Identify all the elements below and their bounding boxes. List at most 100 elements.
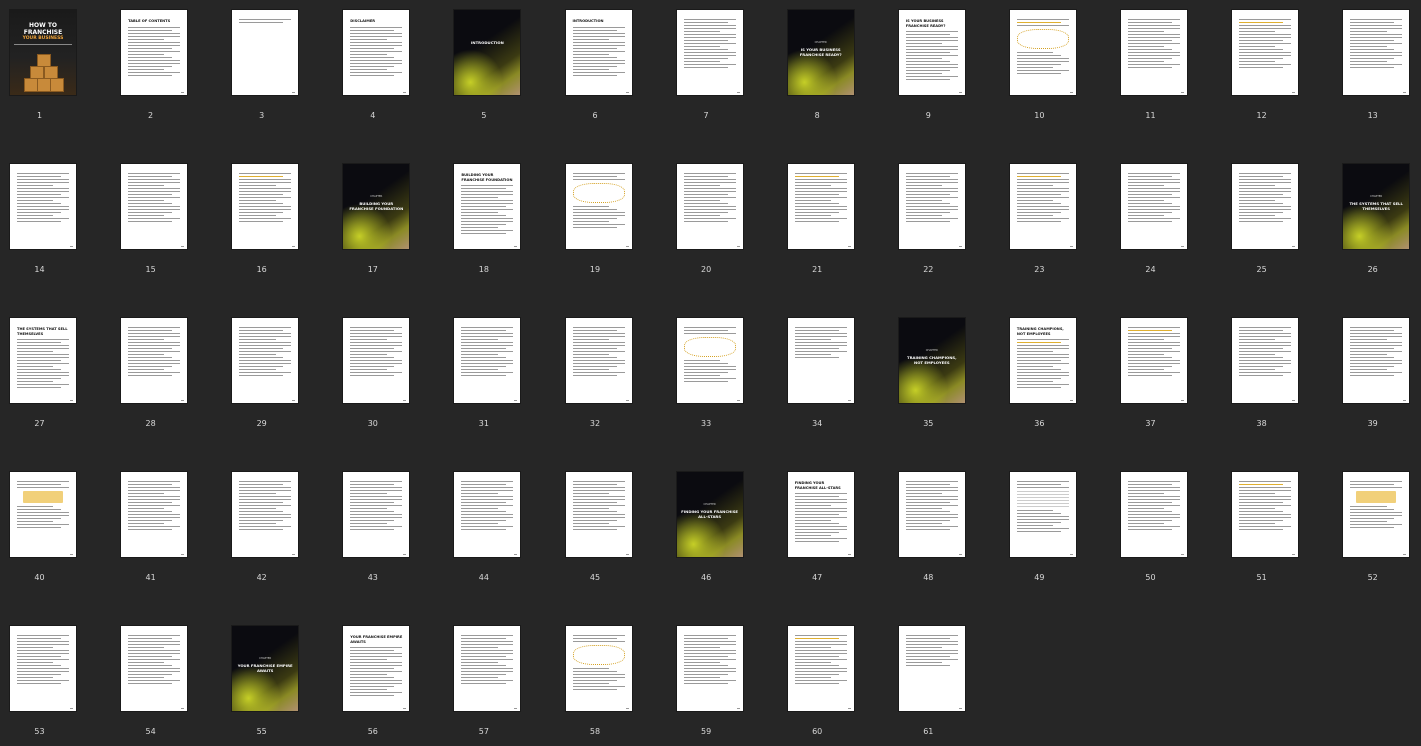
page-preview[interactable] [10,472,76,557]
page-preview[interactable] [343,472,410,557]
page-preview[interactable] [787,626,854,711]
page-preview[interactable] [121,626,188,711]
page-preview[interactable] [676,626,743,711]
page-preview[interactable] [1009,10,1076,95]
page-preview[interactable]: INTRODUCTION [565,10,632,95]
page-preview[interactable] [898,472,965,557]
page-preview[interactable]: HOW TO FRANCHISE YOUR BUSINESS [10,10,76,95]
text-line [905,653,958,654]
page-preview[interactable]: TRAINING CHAMPIONS, NOT EMPLOYEES [1009,318,1076,403]
page-preview[interactable] [343,318,410,403]
page-preview[interactable] [1343,472,1410,557]
page-preview[interactable] [121,318,188,403]
page-preview[interactable] [1232,10,1299,95]
page-preview[interactable] [898,626,965,711]
page-preview[interactable] [565,626,632,711]
page-preview[interactable] [787,318,854,403]
page-preview[interactable] [1009,472,1076,557]
page-number-label: 23 [1034,265,1045,274]
page-preview[interactable] [232,472,299,557]
page-preview[interactable] [1343,318,1410,403]
page-preview[interactable] [898,164,965,249]
page-preview[interactable]: IS YOUR BUSINESS FRANCHISE READY? [898,10,965,95]
text-line [128,650,181,651]
page-preview[interactable]: TABLE OF CONTENTS [121,10,188,95]
page-preview[interactable] [1121,318,1187,403]
text-line [794,203,839,204]
page-preview[interactable] [10,164,76,249]
page-number-label: 15 [145,265,156,274]
page-preview[interactable] [1232,318,1299,403]
page-footer-number [847,708,851,709]
page-preview[interactable]: THE SYSTEMS THAT SELL THEMSELVES [10,318,76,403]
text-line [1239,351,1292,352]
text-line [794,176,839,177]
text-line [1128,372,1180,373]
text-line [572,499,625,500]
text-line [905,523,943,524]
page-preview[interactable]: BUILDING YOUR FRANCHISE FOUNDATION [454,164,521,249]
page-preview[interactable] [454,318,521,403]
page-preview[interactable] [787,164,854,249]
page-preview[interactable]: CHAPTER FINDING YOUR FRANCHISE ALL-STARS [676,472,743,557]
page-preview[interactable] [565,164,632,249]
page-preview[interactable] [10,626,76,711]
page-preview[interactable] [676,318,743,403]
page-preview[interactable] [1232,164,1299,249]
text-line [1239,366,1284,367]
page-preview[interactable] [676,10,743,95]
page-preview[interactable] [454,472,521,557]
text-line [128,490,181,491]
page-preview[interactable]: FINDING YOUR FRANCHISE ALL-STARS [787,472,854,557]
text-line [461,351,514,352]
text-line [1350,484,1395,485]
page-preview[interactable] [232,164,299,249]
page-preview[interactable] [121,164,188,249]
text-line [461,330,506,331]
page-preview[interactable] [565,318,632,403]
text-line [683,653,736,654]
text-line [17,354,69,355]
page-preview[interactable]: CHAPTER IS YOUR BUSINESS FRANCHISE READY? [787,10,854,95]
page-preview[interactable]: CHAPTER BUILDING YOUR FRANCHISE FOUNDATIO… [343,164,410,249]
page-preview[interactable] [1232,472,1299,557]
text-line [1350,40,1395,41]
page-preview[interactable] [565,472,632,557]
text-line [461,493,498,494]
page-preview[interactable] [676,164,743,249]
page-preview[interactable] [1121,472,1187,557]
page-preview[interactable] [121,472,188,557]
text-line [461,659,514,660]
page-preview[interactable]: CHAPTER TRAINING CHAMPIONS, NOT EMPLOYEES [898,318,965,403]
text-line [1016,348,1069,349]
page-preview[interactable] [1121,10,1187,95]
text-line [1239,185,1276,186]
page-preview[interactable] [1121,164,1187,249]
page-preview[interactable] [232,318,299,403]
page-preview[interactable]: CHAPTER YOUR FRANCHISE EMPIRE AWAITS [232,626,299,711]
text-line [572,493,609,494]
page-preview[interactable] [1343,10,1410,95]
text-line [17,176,62,177]
text-line [1128,511,1173,512]
page-footer-number [70,400,73,401]
text-line [461,191,514,192]
text-line [461,333,514,334]
page-preview[interactable] [232,10,299,95]
page-footer-number [403,400,407,401]
page-preview[interactable]: DISCLAIMER [343,10,410,95]
page-preview[interactable] [454,626,521,711]
text-line [128,357,173,358]
text-line [350,692,403,693]
text-line [350,481,403,482]
text-line [905,496,958,497]
text-line [17,191,69,192]
text-line [1239,203,1284,204]
page-preview[interactable]: INTRODUCTION [454,10,521,95]
text-line [1128,40,1173,41]
page-preview[interactable] [1009,164,1076,249]
page-preview[interactable]: YOUR FRANCHISE EMPIRE AWAITS [343,626,410,711]
text-line [128,333,181,334]
page-preview[interactable]: CHAPTER THE SYSTEMS THAT SELL THEMSELVES [1343,164,1410,249]
page-number-label: 50 [1145,573,1156,582]
